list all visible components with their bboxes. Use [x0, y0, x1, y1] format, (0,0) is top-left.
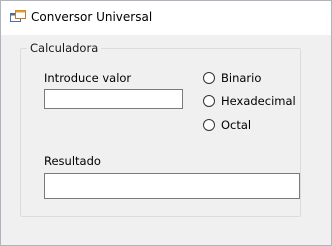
app-window: Conversor Universal Calculadora Introduc…	[0, 0, 332, 246]
groupbox-label: Calculadora	[27, 41, 102, 55]
calculator-groupbox: Calculadora Introduce valor Binario Hexa…	[20, 41, 301, 217]
radio-circle-icon[interactable]	[203, 95, 215, 107]
input-value-label: Introduce valor	[44, 71, 132, 85]
radio-circle-icon[interactable]	[203, 119, 215, 131]
radio-circle-icon[interactable]	[203, 72, 215, 84]
result-label: Resultado	[44, 154, 101, 168]
title-bar[interactable]: Conversor Universal	[1, 1, 331, 36]
radio-label: Octal	[221, 118, 252, 132]
windows-form-icon	[10, 10, 26, 22]
radio-binario[interactable]: Binario	[203, 70, 261, 86]
radio-hexadecimal[interactable]: Hexadecimal	[203, 93, 296, 109]
radio-label: Binario	[221, 71, 262, 85]
window-title: Conversor Universal	[31, 10, 153, 24]
radio-label: Hexadecimal	[221, 94, 296, 108]
value-input[interactable]	[44, 89, 183, 109]
radio-octal[interactable]: Octal	[203, 117, 251, 133]
result-field[interactable]	[44, 173, 300, 199]
form-client-area: Calculadora Introduce valor Binario Hexa…	[1, 36, 331, 245]
